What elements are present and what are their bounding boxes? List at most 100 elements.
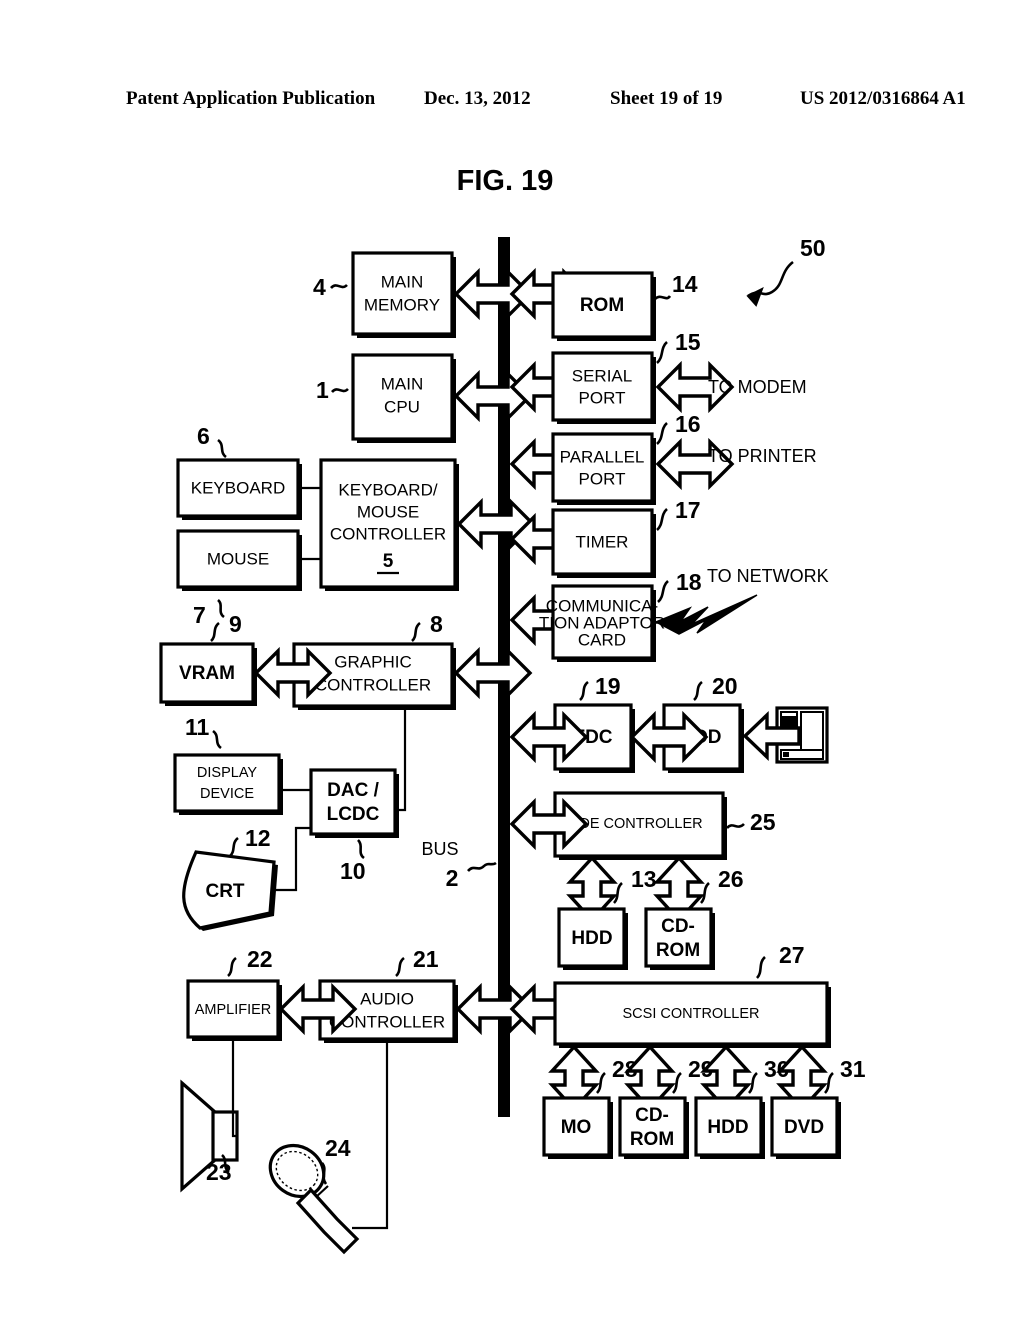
scsi-controller-label: SCSI CONTROLLER	[623, 1006, 760, 1022]
serial-port-ref-15: 15	[675, 329, 701, 355]
display-device-label-1: DISPLAY	[197, 765, 258, 781]
main-cpu-ref-leader	[331, 387, 349, 393]
scsi-mo-label: MO	[561, 1117, 592, 1138]
parallel-port-label-1: PARALLEL	[560, 447, 645, 466]
audio-controller-label-1: AUDIO	[360, 989, 414, 1008]
ide-hdd-ref-13: 13	[631, 866, 657, 892]
patent-sheet: Patent Application Publication Dec. 13, …	[0, 0, 1024, 1320]
parallel-port-ref-16: 16	[675, 411, 701, 437]
crt-ref-12: 12	[245, 825, 271, 851]
ide-cdrom-ref-leader	[699, 882, 710, 904]
crt-label: CRT	[205, 881, 244, 902]
fdd-ref-20: 20	[712, 673, 738, 699]
kbd-mouse-controller-label-1: KEYBOARD/	[338, 480, 437, 499]
ide-hdd-label: HDD	[571, 928, 612, 949]
fdc-ref-leader	[579, 680, 589, 701]
vram-label: VRAM	[179, 663, 235, 684]
scsi-controller-ref-27: 27	[779, 942, 805, 968]
timer-ref-leader	[656, 508, 668, 531]
display-device-block	[173, 753, 281, 813]
ide-controller-ref-leader	[726, 822, 745, 829]
scsi-hdd-label: HDD	[707, 1117, 748, 1138]
fdc-ref-19: 19	[595, 673, 621, 699]
ide-controller-ref-25: 25	[750, 809, 776, 835]
graphic-controller-ref-8: 8	[430, 611, 443, 637]
rom-ref-14: 14	[672, 271, 698, 297]
dac-lcdc-label-1: DAC /	[327, 780, 379, 801]
wire-microphone-to-audio-controller	[352, 1039, 389, 1230]
kbd-mouse-controller-ref-5: 5	[383, 551, 394, 572]
serial-port-ref-leader	[656, 341, 668, 364]
main-cpu-ref-1: 1	[316, 377, 329, 403]
graphic-controller-ref-leader	[411, 621, 421, 642]
network-lightning-icon	[654, 594, 758, 635]
main-cpu-label-1: MAIN	[381, 374, 424, 393]
mouse-ref-7: 7	[193, 602, 206, 628]
system-ref-50: 50	[800, 235, 826, 261]
serial-port-label-1: SERIAL	[572, 366, 632, 385]
wire-crt-to-dac	[272, 826, 311, 892]
vram-ref-leader	[210, 621, 220, 642]
ide-controller-label: IDE CONTROLLER	[575, 816, 702, 832]
serial-port-block	[551, 351, 654, 422]
arrow-graphic-controller-bus	[454, 649, 532, 697]
comm-card-label-3: CARD	[578, 630, 626, 649]
scsi-dvd-ref-31: 31	[840, 1056, 866, 1082]
crt-ref-leader	[229, 836, 239, 857]
bus-ref-leader	[467, 861, 497, 872]
vram-ref-9: 9	[229, 611, 242, 637]
comm-card-ref-18: 18	[676, 569, 702, 595]
mouse-ref-leader	[217, 599, 225, 619]
bus-label: BUS	[421, 839, 458, 859]
system-ref-leader	[747, 260, 794, 298]
label-to-printer: TO PRINTER	[708, 446, 817, 466]
main-memory-ref-leader	[330, 283, 348, 289]
kbd-mouse-controller-label-3: CONTROLLER	[330, 524, 446, 543]
ide-cdrom-label-1: CD-	[661, 916, 695, 937]
display-device-ref-leader	[212, 729, 222, 750]
parallel-port-label-2: PORT	[579, 469, 626, 488]
keyboard-label: KEYBOARD	[191, 478, 285, 497]
scsi-cdrom-label-2: ROM	[630, 1129, 674, 1150]
main-memory-block	[351, 251, 454, 336]
scsi-cdrom-ref-leader	[671, 1072, 682, 1094]
graphic-controller-label-1: GRAPHIC	[334, 652, 411, 671]
ide-cdrom-label-2: ROM	[656, 940, 700, 961]
graphic-controller-label-2: CONTROLLER	[315, 675, 431, 694]
main-cpu-label-2: CPU	[384, 397, 420, 416]
kbd-mouse-controller-label-2: MOUSE	[357, 502, 419, 521]
rom-label: ROM	[580, 295, 624, 316]
main-memory-ref-4: 4	[313, 274, 326, 300]
amplifier-ref-leader	[227, 956, 237, 977]
label-to-modem: TO MODEM	[708, 377, 807, 397]
ide-cdrom-ref-26: 26	[718, 866, 744, 892]
system-ref-arrowhead	[746, 286, 764, 307]
dac-lcdc-label-2: LCDC	[327, 804, 380, 825]
scsi-mo-ref-leader	[595, 1072, 606, 1094]
timer-label: TIMER	[576, 532, 629, 551]
serial-port-label-2: PORT	[579, 388, 626, 407]
comm-card-ref-leader	[657, 580, 669, 603]
main-memory-label-1: MAIN	[381, 272, 424, 291]
mouse-label: MOUSE	[207, 549, 269, 568]
display-device-ref-11: 11	[185, 714, 210, 740]
scsi-hdd-ref-leader	[747, 1072, 758, 1094]
main-memory-label-2: MEMORY	[364, 295, 440, 314]
audio-controller-ref-leader	[395, 956, 405, 977]
rom-ref-leader	[654, 295, 672, 301]
timer-ref-17: 17	[675, 497, 701, 523]
bus-ref-2: 2	[446, 865, 459, 891]
ide-hdd-ref-leader	[612, 882, 623, 904]
figure-diagram: FIG. 19 BUS 2 50 MAIN MEMORY 4 MAIN CPU …	[159, 165, 866, 1255]
scsi-dvd-ref-leader	[823, 1072, 834, 1094]
parallel-port-ref-leader	[656, 422, 668, 445]
scsi-controller-ref-leader	[755, 956, 766, 979]
fdd-ref-leader	[693, 680, 703, 701]
parallel-port-block	[551, 432, 654, 503]
label-to-network: TO NETWORK	[707, 566, 829, 586]
amplifier-label: AMPLIFIER	[195, 1002, 272, 1018]
amplifier-ref-22: 22	[247, 946, 273, 972]
audio-controller-ref-21: 21	[413, 946, 439, 972]
display-device-label-2: DEVICE	[200, 786, 254, 802]
scsi-dvd-label: DVD	[784, 1117, 824, 1138]
